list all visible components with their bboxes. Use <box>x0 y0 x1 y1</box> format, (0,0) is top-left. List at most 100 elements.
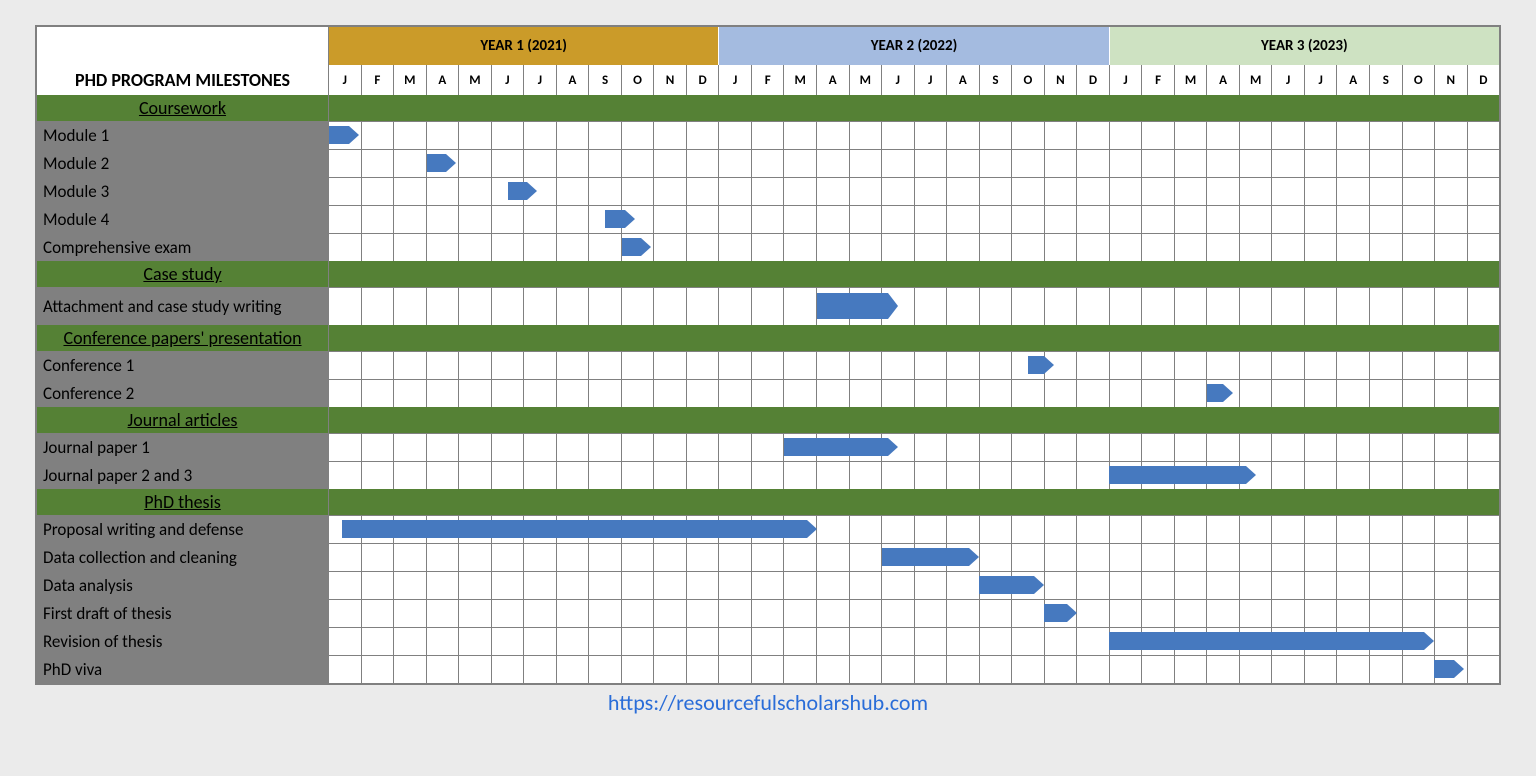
task-row: PhD viva <box>37 655 1499 683</box>
gantt-bar <box>979 576 1034 594</box>
task-row: Data analysis <box>37 571 1499 599</box>
task-row: Data collection and cleaning <box>37 543 1499 571</box>
task-row: Proposal writing and defense <box>37 515 1499 543</box>
month-header: F <box>751 65 784 95</box>
task-grid <box>329 655 1499 683</box>
month-header: M <box>1174 65 1207 95</box>
month-header: O <box>1011 65 1044 95</box>
section-label: PhD thesis <box>37 489 329 515</box>
task-label: Journal paper 1 <box>37 433 329 461</box>
task-row: Attachment and case study writing <box>37 287 1499 325</box>
task-grid <box>329 571 1499 599</box>
year-header-row: YEAR 1 (2021)YEAR 2 (2022)YEAR 3 (2023) <box>37 27 1499 65</box>
gantt-bar <box>784 438 888 456</box>
task-grid <box>329 543 1499 571</box>
section-row: Journal articles <box>37 407 1499 433</box>
gantt-bar <box>622 238 642 256</box>
task-label: Data collection and cleaning <box>37 543 329 571</box>
month-header: M <box>849 65 882 95</box>
task-grid <box>329 121 1499 149</box>
month-header: A <box>556 65 589 95</box>
task-grid <box>329 599 1499 627</box>
month-header: M <box>783 65 816 95</box>
gantt-chart: YEAR 1 (2021)YEAR 2 (2022)YEAR 3 (2023) … <box>35 25 1501 685</box>
task-label: PhD viva <box>37 655 329 683</box>
section-row: Case study <box>37 261 1499 287</box>
month-header: N <box>1434 65 1467 95</box>
task-label: First draft of thesis <box>37 599 329 627</box>
task-row: Module 1 <box>37 121 1499 149</box>
task-grid <box>329 205 1499 233</box>
month-header: N <box>1044 65 1077 95</box>
task-grid <box>329 379 1499 407</box>
section-label: Conference papers' presentation <box>37 325 329 351</box>
month-header: A <box>816 65 849 95</box>
section-label: Coursework <box>37 95 329 121</box>
month-header: A <box>426 65 459 95</box>
month-header: F <box>1141 65 1174 95</box>
gantt-bar <box>1207 384 1223 402</box>
month-header: J <box>1304 65 1337 95</box>
section-grid <box>329 261 1499 287</box>
month-header: M <box>1239 65 1272 95</box>
gantt-bar <box>508 182 528 200</box>
task-label: Module 1 <box>37 121 329 149</box>
gantt-bar <box>605 210 625 228</box>
month-header: J <box>1109 65 1142 95</box>
month-header: J <box>523 65 556 95</box>
year-header-1: YEAR 1 (2021) <box>329 27 718 65</box>
footer: https://resourcefulscholarshub.com <box>35 689 1501 716</box>
task-grid <box>329 461 1499 489</box>
page: YEAR 1 (2021)YEAR 2 (2022)YEAR 3 (2023) … <box>0 0 1536 776</box>
gantt-bar <box>817 293 889 319</box>
section-grid <box>329 95 1499 121</box>
section-row: Coursework <box>37 95 1499 121</box>
gantt-bar <box>1044 604 1067 622</box>
footer-link[interactable]: https://resourcefulscholarshub.com <box>608 689 928 716</box>
task-grid <box>329 515 1499 543</box>
task-row: Conference 2 <box>37 379 1499 407</box>
task-label: Proposal writing and defense <box>37 515 329 543</box>
month-header: D <box>1076 65 1109 95</box>
month-header: J <box>491 65 524 95</box>
month-header: S <box>588 65 621 95</box>
gantt-bar <box>1109 466 1246 484</box>
month-header: D <box>1467 65 1500 95</box>
month-header: S <box>1369 65 1402 95</box>
chart-title: PHD PROGRAM MILESTONES <box>37 65 329 95</box>
task-grid <box>329 351 1499 379</box>
task-row: First draft of thesis <box>37 599 1499 627</box>
task-grid <box>329 627 1499 655</box>
year-header-blank <box>37 27 329 65</box>
month-header: S <box>979 65 1012 95</box>
task-grid <box>329 433 1499 461</box>
section-row: Conference papers' presentation <box>37 325 1499 351</box>
task-grid <box>329 287 1499 325</box>
section-grid <box>329 407 1499 433</box>
task-row: Conference 1 <box>37 351 1499 379</box>
task-label: Conference 1 <box>37 351 329 379</box>
gantt-bar <box>1109 632 1424 650</box>
gantt-bar <box>329 126 349 144</box>
month-header: F <box>361 65 394 95</box>
month-header: J <box>881 65 914 95</box>
task-label: Revision of thesis <box>37 627 329 655</box>
gantt-bar <box>1434 660 1454 678</box>
task-label: Module 4 <box>37 205 329 233</box>
task-grid <box>329 177 1499 205</box>
task-row: Module 4 <box>37 205 1499 233</box>
section-row: PhD thesis <box>37 489 1499 515</box>
year-header-3: YEAR 3 (2023) <box>1109 27 1499 65</box>
month-header: A <box>946 65 979 95</box>
task-row: Module 2 <box>37 149 1499 177</box>
task-label: Comprehensive exam <box>37 233 329 261</box>
month-header: O <box>1402 65 1435 95</box>
task-label: Module 3 <box>37 177 329 205</box>
month-header: J <box>1271 65 1304 95</box>
task-row: Revision of thesis <box>37 627 1499 655</box>
section-grid <box>329 325 1499 351</box>
task-label: Data analysis <box>37 571 329 599</box>
month-header: A <box>1336 65 1369 95</box>
month-header: N <box>653 65 686 95</box>
section-label: Case study <box>37 261 329 287</box>
